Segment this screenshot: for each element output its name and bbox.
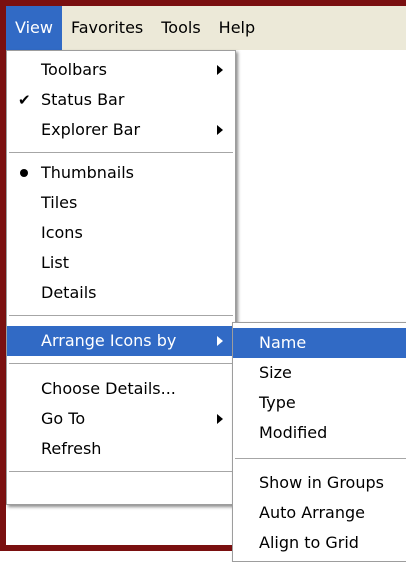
submenu-item-modified[interactable]: Modified	[233, 418, 406, 448]
menu-item-details[interactable]: Details	[7, 278, 235, 308]
menu-item-tiles[interactable]: Tiles	[7, 188, 235, 218]
menu-item-label: Refresh	[41, 439, 102, 458]
menu-item-label: Status Bar	[41, 90, 125, 109]
menu-item-go-to[interactable]: Go To	[7, 404, 235, 434]
menu-separator	[9, 363, 233, 365]
menu-item-label: Icons	[41, 223, 83, 242]
submenu-item-align-to-grid[interactable]: Align to Grid	[233, 528, 406, 558]
menu-item-thumbnails[interactable]: Thumbnails	[7, 158, 235, 188]
menu-item-label: Choose Details...	[41, 379, 176, 398]
menu-bar: View Favorites Tools Help	[6, 6, 406, 50]
submenu-arrow-icon	[217, 125, 223, 135]
arrange-icons-submenu: Name Size Type Modified Show in Groups A…	[232, 322, 406, 562]
menu-item-refresh[interactable]: Refresh	[7, 434, 235, 464]
menu-item-label: Align to Grid	[259, 533, 359, 552]
menu-separator	[9, 315, 233, 317]
menu-item-label: Tiles	[41, 193, 78, 212]
menu-item-icons[interactable]: Icons	[7, 218, 235, 248]
menu-help[interactable]: Help	[210, 6, 264, 50]
menu-item-label: Explorer Bar	[41, 120, 141, 139]
menu-item-arrange-icons-by[interactable]: Arrange Icons by	[7, 326, 235, 356]
submenu-item-show-in-groups[interactable]: Show in Groups	[233, 468, 406, 498]
menu-tools[interactable]: Tools	[152, 6, 209, 50]
menu-item-explorer-bar[interactable]: Explorer Bar	[7, 115, 235, 145]
submenu-arrow-icon	[217, 65, 223, 75]
menu-separator	[235, 458, 406, 460]
menu-item-label: Modified	[259, 423, 328, 442]
submenu-item-auto-arrange[interactable]: Auto Arrange	[233, 498, 406, 528]
submenu-item-type[interactable]: Type	[233, 388, 406, 418]
submenu-arrow-icon	[217, 336, 223, 346]
submenu-item-name[interactable]: Name	[233, 328, 406, 358]
menu-item-list[interactable]: List	[7, 248, 235, 278]
menu-item-label: Thumbnails	[41, 163, 134, 182]
menu-item-label: Toolbars	[41, 60, 107, 79]
menu-separator	[9, 471, 233, 473]
view-menu: Toolbars ✔ Status Bar Explorer Bar Thumb…	[6, 50, 236, 505]
menu-item-label: Go To	[41, 409, 86, 428]
menu-favorites[interactable]: Favorites	[62, 6, 152, 50]
menu-item-status-bar[interactable]: ✔ Status Bar	[7, 85, 235, 115]
menu-item-label: Name	[259, 333, 307, 352]
menu-view[interactable]: View	[6, 6, 62, 50]
bullet-icon	[20, 169, 28, 177]
menu-item-label: Arrange Icons by	[41, 331, 177, 350]
menu-item-label: Details	[41, 283, 97, 302]
menu-item-choose-details[interactable]: Choose Details...	[7, 374, 235, 404]
menu-separator	[9, 152, 233, 154]
check-icon: ✔	[18, 91, 31, 109]
submenu-item-size[interactable]: Size	[233, 358, 406, 388]
menu-item-label: Size	[259, 363, 292, 382]
menu-item-toolbars[interactable]: Toolbars	[7, 55, 235, 85]
menu-item-label: Type	[259, 393, 296, 412]
submenu-arrow-icon	[217, 414, 223, 424]
menu-item-label: Show in Groups	[259, 473, 384, 492]
menu-item-label: List	[41, 253, 69, 272]
menu-item-label: Auto Arrange	[259, 503, 365, 522]
